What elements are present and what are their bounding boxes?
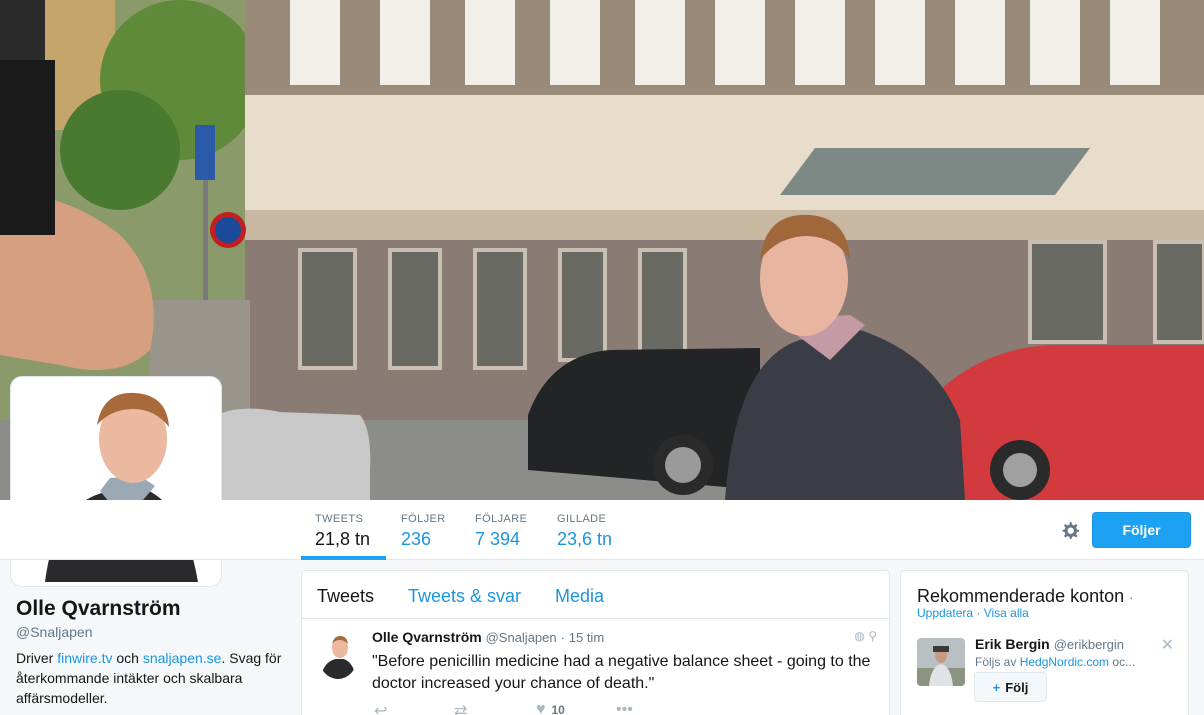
retweet-icon[interactable]: ⇄ — [454, 701, 467, 715]
stat-likes-value: 23,6 tn — [557, 529, 613, 549]
reco-links-separator: · — [973, 606, 984, 620]
tab-media[interactable]: Media — [555, 586, 604, 607]
location-pin-icon: ⚲ — [868, 629, 877, 643]
followed-by-prefix: Följs av — [975, 655, 1020, 669]
tweet-separator: · — [560, 630, 565, 645]
stat-followers-label: FÖLJARE — [475, 513, 528, 525]
tweet-actions: ↩ ⇄ ♥ 10 ••• — [372, 701, 672, 715]
reco-links: Uppdatera · Visa alla — [917, 606, 1029, 620]
profile-handle: @Snaljapen — [16, 624, 93, 640]
bio-link-finwire[interactable]: finwire.tv — [57, 650, 112, 666]
tweet-timeline: Tweets Tweets & svar Media Olle Qvarnstr… — [301, 570, 890, 715]
stat-followers-value: 7 394 — [475, 529, 521, 549]
stat-tweets[interactable]: TWEETS 21,8 tn — [301, 500, 386, 560]
reco-account-handle[interactable]: @erikbergin — [1054, 637, 1124, 652]
close-icon[interactable]: ✕ — [1161, 635, 1174, 655]
stat-likes[interactable]: GILLADE 23,6 tn — [557, 500, 612, 560]
tweet-item[interactable]: Olle Qvarnström @Snaljapen · 15 tim ◍ ⚲ … — [302, 619, 889, 715]
stat-likes-label: GILLADE — [557, 513, 607, 525]
like-count: 10 — [551, 703, 565, 715]
globe-icon: ◍ — [854, 629, 865, 643]
reco-title-separator: · — [1129, 590, 1134, 605]
followed-by-suffix: oc... — [1109, 655, 1136, 669]
tab-tweets-replies[interactable]: Tweets & svar — [408, 586, 521, 607]
following-button[interactable]: Följer — [1092, 512, 1191, 548]
tab-tweets[interactable]: Tweets — [317, 586, 374, 607]
stat-tweets-value: 21,8 tn — [315, 529, 371, 549]
refresh-link[interactable]: Uppdatera — [917, 606, 973, 620]
bio-link-snaljapen[interactable]: snaljapen.se — [143, 650, 222, 666]
tweet-author-name[interactable]: Olle Qvarnström — [372, 629, 482, 645]
reco-follow-label: Följ — [1005, 679, 1029, 695]
stat-following[interactable]: FÖLJER 236 — [401, 500, 446, 560]
tweet-timestamp[interactable]: 15 tim — [569, 630, 604, 645]
view-all-link[interactable]: Visa alla — [984, 606, 1029, 620]
reco-followed-by: Följs av HedgNordic.com oc... — [975, 655, 1155, 669]
reco-title: Rekommenderade konton · — [917, 586, 1133, 607]
tweet-avatar-photo — [318, 631, 358, 679]
reco-follow-button[interactable]: + Följ — [974, 672, 1047, 702]
tweet-meta-icons: ◍ ⚲ — [854, 629, 877, 643]
tweet-text: "Before penicillin medicine had a negati… — [372, 653, 871, 692]
profile-name[interactable]: Olle Qvarnström — [16, 597, 181, 621]
reco-avatar-photo — [917, 638, 965, 686]
bio-text: Driver — [16, 650, 58, 666]
reco-account-name: Erik Bergin @erikbergin — [975, 636, 1124, 652]
more-icon[interactable]: ••• — [616, 701, 633, 715]
reco-account-display-name[interactable]: Erik Bergin — [975, 636, 1050, 652]
recommended-accounts: Rekommenderade konton · Uppdatera · Visa… — [900, 570, 1189, 715]
profile-bio: Driver finwire.tv och snaljapen.se. Svag… — [16, 648, 284, 708]
stat-followers[interactable]: FÖLJARE 7 394 — [475, 500, 527, 560]
reco-title-text: Rekommenderade konton — [917, 586, 1125, 606]
like-button[interactable]: ♥ 10 — [536, 701, 565, 715]
reply-icon[interactable]: ↩ — [374, 701, 387, 715]
tweet-avatar[interactable] — [318, 631, 358, 679]
tweet-author-handle[interactable]: @Snaljapen — [486, 630, 557, 645]
followed-by-link[interactable]: HedgNordic.com — [1020, 655, 1109, 669]
add-user-icon: + — [992, 679, 1001, 695]
stat-following-label: FÖLJER — [401, 513, 446, 525]
gear-icon[interactable] — [1058, 518, 1082, 542]
reco-account-avatar[interactable] — [917, 638, 965, 686]
stat-tweets-label: TWEETS — [315, 513, 364, 525]
heart-icon: ♥ — [536, 701, 546, 715]
tweet-header: Olle Qvarnström @Snaljapen · 15 tim — [372, 629, 604, 645]
stat-following-value: 236 — [401, 529, 432, 549]
bio-text: och — [112, 650, 143, 666]
timeline-tabs: Tweets Tweets & svar Media — [302, 571, 889, 619]
